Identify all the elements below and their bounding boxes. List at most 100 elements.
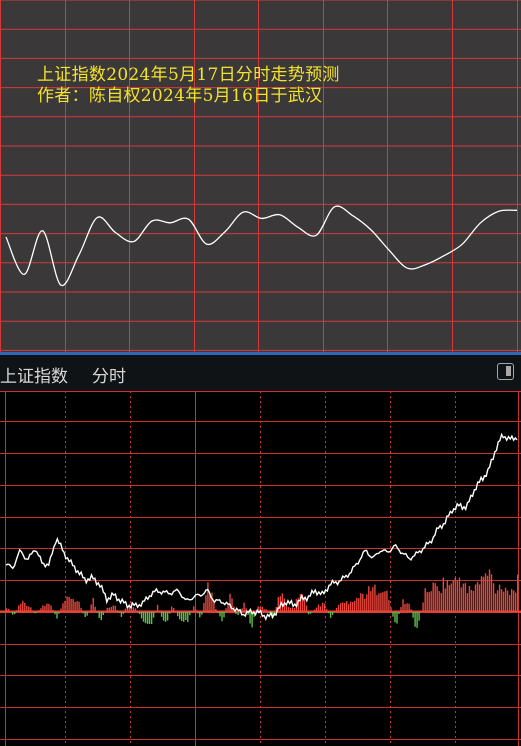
volume-bar-up bbox=[500, 589, 503, 612]
volume-bar-down bbox=[237, 612, 239, 616]
volume-bar-down bbox=[34, 612, 36, 614]
volume-bar-down bbox=[120, 612, 123, 617]
volume-bar-up bbox=[360, 593, 362, 612]
volume-bar-down bbox=[199, 612, 201, 618]
volume-bar-up bbox=[231, 598, 233, 612]
volume-bar-up bbox=[48, 603, 50, 612]
volume-bar-up bbox=[28, 606, 30, 612]
volume-bar-up bbox=[492, 583, 495, 612]
volume-bar-down bbox=[14, 612, 16, 615]
volume-bar-down bbox=[309, 612, 312, 614]
volume-bar-up bbox=[52, 609, 54, 612]
volume-bar-up bbox=[358, 598, 360, 612]
volume-bar-down bbox=[412, 612, 414, 618]
volume-bar-up bbox=[44, 606, 46, 612]
volume-bar-up bbox=[114, 605, 116, 612]
volume-bar-up bbox=[342, 602, 344, 612]
volume-bar-up bbox=[422, 602, 424, 612]
panel-toggle-icon[interactable] bbox=[497, 363, 514, 380]
volume-bar-up bbox=[456, 580, 458, 612]
volume-bar-up bbox=[458, 577, 461, 612]
volume-bar-down bbox=[418, 612, 420, 621]
volume-bar-up bbox=[209, 595, 211, 612]
volume-bar-up bbox=[136, 610, 139, 612]
volume-bar-down bbox=[169, 612, 171, 614]
volume-bar-up bbox=[424, 588, 426, 612]
price-line bbox=[5, 432, 518, 622]
volume-bar-down bbox=[102, 612, 104, 615]
volume-bar-down bbox=[396, 612, 398, 624]
index-name: 上证指数 bbox=[0, 367, 68, 387]
volume-bar-up bbox=[480, 576, 483, 612]
volume-bar-up bbox=[116, 610, 118, 612]
volume-bar-up bbox=[305, 605, 308, 612]
volume-bar-down bbox=[267, 612, 269, 613]
volume-bar-up bbox=[428, 592, 430, 612]
volume-bar-down bbox=[217, 612, 219, 614]
volume-bar-down bbox=[201, 612, 203, 615]
volume-bar-up bbox=[110, 607, 112, 612]
volume-bar-up bbox=[472, 590, 475, 612]
volume-bar-up bbox=[430, 591, 432, 612]
volume-bar-up bbox=[74, 602, 76, 612]
volume-bar-up bbox=[420, 610, 422, 612]
volume-bar-up bbox=[78, 601, 80, 612]
volume-bar-up bbox=[32, 611, 34, 612]
volume-bar-up bbox=[354, 600, 356, 612]
volume-bar-down bbox=[392, 612, 394, 617]
volume-bar-up bbox=[366, 594, 368, 612]
volume-bar-up bbox=[92, 597, 94, 612]
volume-bar-up bbox=[134, 608, 137, 612]
volume-bar-down bbox=[138, 612, 141, 614]
volume-bar-down bbox=[98, 612, 100, 618]
volume-bar-up bbox=[460, 587, 463, 612]
volume-bar-up bbox=[285, 606, 287, 612]
volume-bar-down bbox=[118, 612, 121, 613]
volume-bar-up bbox=[315, 607, 318, 612]
volume-bar-up bbox=[66, 596, 68, 612]
volume-bar-down bbox=[54, 612, 56, 615]
volume-bar-up bbox=[502, 591, 505, 612]
volume-bar-down bbox=[56, 612, 58, 619]
volume-bar-up bbox=[400, 607, 402, 612]
volume-bar-down bbox=[179, 612, 181, 620]
forecast-curve bbox=[5, 205, 518, 287]
forecast-panel: 上证指数2024年5月17日分时走势预测 作者：陈自权2024年5月16日于武汉 bbox=[0, 0, 521, 352]
volume-bar-down bbox=[150, 612, 153, 624]
volume-bar-down bbox=[307, 612, 310, 615]
volume-bar-up bbox=[337, 604, 340, 612]
volume-bar-down bbox=[166, 612, 169, 621]
volume-bar-up bbox=[517, 574, 519, 612]
volume-bar-up bbox=[438, 591, 440, 612]
volume-bar-up bbox=[6, 608, 8, 612]
volume-bar-up bbox=[20, 603, 22, 612]
volume-bar-up bbox=[374, 584, 376, 612]
volume-bar-up bbox=[108, 607, 110, 612]
volume-bar-down bbox=[162, 612, 165, 621]
volume-bar-up bbox=[484, 573, 487, 612]
volume-bar-down bbox=[140, 612, 143, 619]
volume-bar-up bbox=[380, 592, 382, 612]
volume-bar-up bbox=[154, 610, 157, 612]
volume-bar-up bbox=[496, 590, 499, 612]
volume-bar-up bbox=[317, 604, 320, 612]
volume-bar-down bbox=[164, 612, 167, 622]
mode-label[interactable]: 分时 bbox=[92, 362, 126, 387]
volume-bar-up bbox=[325, 608, 328, 612]
volume-bar-up bbox=[344, 603, 346, 612]
volume-bar-up bbox=[348, 604, 350, 612]
volume-bar-up bbox=[211, 592, 213, 612]
volume-bar-down bbox=[414, 612, 416, 627]
volume-bar-up bbox=[490, 574, 493, 612]
volume-bar-up bbox=[313, 609, 316, 612]
volume-bar-up bbox=[323, 603, 326, 612]
volume-bar-up bbox=[90, 604, 92, 612]
volume-bar-up bbox=[319, 606, 322, 612]
volume-bar-up bbox=[454, 577, 456, 612]
volume-bar-up bbox=[72, 598, 74, 612]
volume-bar-down bbox=[84, 612, 86, 617]
volume-bar-up bbox=[106, 607, 108, 612]
volume-bar-up bbox=[112, 605, 114, 612]
volume-bar-up bbox=[388, 600, 390, 612]
volume-bar-up bbox=[402, 599, 404, 612]
